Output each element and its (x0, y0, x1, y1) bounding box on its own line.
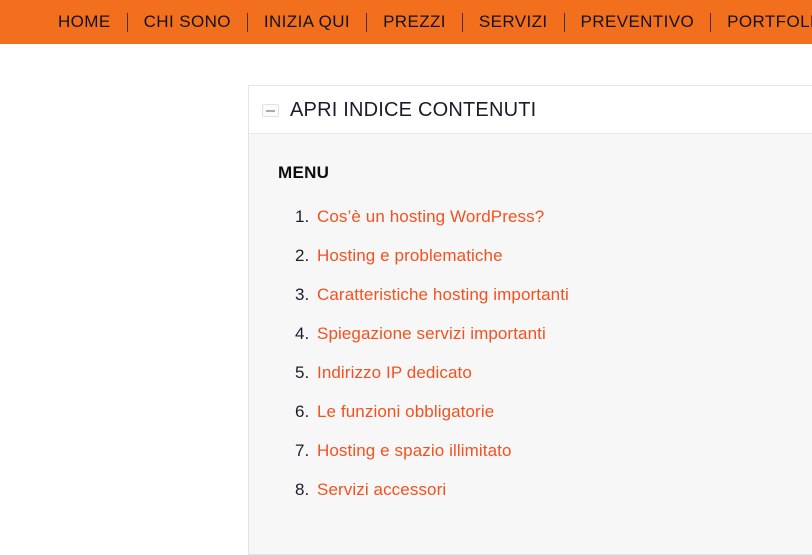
list-item: 4. Spiegazione servizi importanti (295, 324, 812, 363)
list-item-link[interactable]: Cos’è un hosting WordPress? (317, 207, 544, 227)
primary-navigation-bar: HOME CHI SONO INIZIA QUI PREZZI SERVIZI … (0, 0, 812, 44)
list-item-link[interactable]: Caratteristiche hosting importanti (317, 285, 569, 305)
nav-divider (461, 12, 463, 32)
list-item-link[interactable]: Hosting e problematiche (317, 246, 503, 266)
toc-body: MENU 1. Cos’è un hosting WordPress? 2. H… (249, 134, 812, 519)
list-item: 8. Servizi accessori (295, 480, 812, 519)
nav-item-preventivo[interactable]: PREVENTIVO (581, 0, 695, 44)
list-item-number: 6. (295, 402, 310, 421)
nav-divider (366, 12, 368, 32)
list-item-link[interactable]: Spiegazione servizi importanti (317, 324, 546, 344)
nav-divider (246, 12, 248, 32)
list-item: 6. Le funzioni obbligatorie (295, 402, 812, 441)
nav-divider (126, 12, 128, 32)
list-item-number: 8. (295, 480, 310, 499)
nav-item-home[interactable]: HOME (58, 0, 111, 44)
list-item-number: 5. (295, 363, 310, 382)
nav-item-inizia-qui[interactable]: INIZIA QUI (264, 0, 350, 44)
page-content-area: APRI INDICE CONTENUTI MENU 1. Cos’è un h… (0, 44, 812, 555)
list-item: 7. Hosting e spazio illimitato (295, 441, 812, 480)
list-item: 1. Cos’è un hosting WordPress? (295, 207, 812, 246)
list-item: 5. Indirizzo IP dedicato (295, 363, 812, 402)
toc-header-toggle-bar[interactable]: APRI INDICE CONTENUTI (249, 86, 812, 134)
toc-menu-heading: MENU (278, 163, 330, 182)
list-item: 2. Hosting e problematiche (295, 246, 812, 285)
nav-divider (710, 12, 712, 32)
list-item-number: 7. (295, 441, 310, 460)
toc-list: 1. Cos’è un hosting WordPress? 2. Hostin… (278, 207, 812, 519)
list-item-link[interactable]: Le funzioni obbligatorie (317, 402, 494, 422)
toc-panel-title: APRI INDICE CONTENUTI (290, 98, 537, 121)
list-item-link[interactable]: Indirizzo IP dedicato (317, 363, 472, 383)
minus-icon[interactable] (262, 103, 279, 117)
nav-item-servizi[interactable]: SERVIZI (479, 0, 548, 44)
nav-item-prezzi[interactable]: PREZZI (383, 0, 446, 44)
list-item-number: 2. (295, 246, 310, 265)
list-item-link[interactable]: Hosting e spazio illimitato (317, 441, 512, 461)
list-item: 3. Caratteristiche hosting importanti (295, 285, 812, 324)
list-item-number: 1. (295, 207, 310, 226)
nav-item-chi-sono[interactable]: CHI SONO (144, 0, 231, 44)
nav-item-portfolio[interactable]: PORTFOLIO (727, 0, 812, 44)
table-of-contents-panel: APRI INDICE CONTENUTI MENU 1. Cos’è un h… (248, 85, 812, 555)
nav-divider (563, 12, 565, 32)
list-item-link[interactable]: Servizi accessori (317, 480, 446, 500)
list-item-number: 4. (295, 324, 310, 343)
list-item-number: 3. (295, 285, 310, 304)
